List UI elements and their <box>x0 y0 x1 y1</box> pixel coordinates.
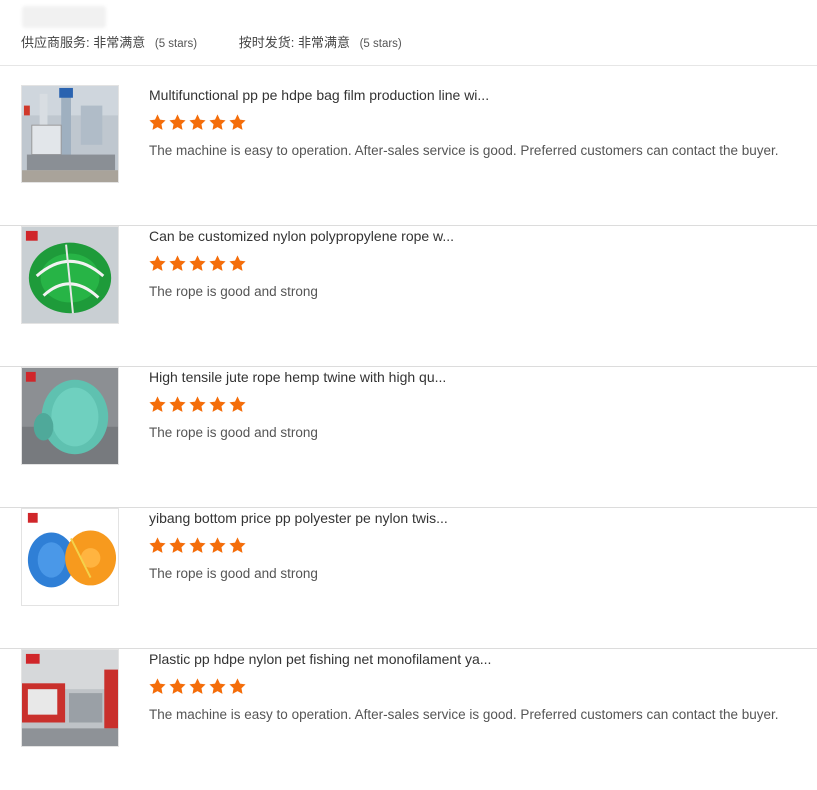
review-item: Can be customized nylon polypropylene ro… <box>0 226 817 367</box>
star-icon <box>168 536 187 555</box>
star-icon <box>208 536 227 555</box>
star-icon <box>208 113 227 132</box>
review-item: Plastic pp hdpe nylon pet fishing net mo… <box>0 649 817 790</box>
star-icon <box>208 395 227 414</box>
supplier-service-rating: 供应商服务: 非常满意 (5 stars) <box>21 32 197 51</box>
star-icon <box>168 677 187 696</box>
ontime-delivery-value: 非常满意 <box>297 35 350 50</box>
product-image[interactable] <box>21 85 119 183</box>
star-icon <box>188 254 207 273</box>
star-icon <box>148 677 167 696</box>
rating-stars <box>148 113 248 133</box>
review-comment: The rope is good and strong <box>149 566 318 581</box>
review-item: Multifunctional pp pe hdpe bag film prod… <box>0 85 817 226</box>
star-icon <box>228 113 247 132</box>
ontime-delivery-stars: (5 stars) <box>359 38 402 50</box>
product-title[interactable]: Plastic pp hdpe nylon pet fishing net mo… <box>149 651 749 667</box>
product-image[interactable] <box>21 367 119 465</box>
star-icon <box>188 395 207 414</box>
star-icon <box>228 395 247 414</box>
supplier-service-stars: (5 stars) <box>154 38 198 50</box>
review-item: High tensile jute rope hemp twine with h… <box>0 367 817 508</box>
star-icon <box>208 254 227 273</box>
product-image[interactable] <box>21 226 119 324</box>
review-comment: The rope is good and strong <box>149 425 318 440</box>
product-title[interactable]: High tensile jute rope hemp twine with h… <box>149 369 749 385</box>
star-icon <box>168 254 187 273</box>
review-comment: The machine is easy to operation. After-… <box>149 707 779 722</box>
product-title[interactable]: Multifunctional pp pe hdpe bag film prod… <box>149 87 749 103</box>
star-icon <box>148 254 167 273</box>
review-item: yibang bottom price pp polyester pe nylo… <box>0 508 817 649</box>
rating-stars <box>148 677 248 697</box>
star-icon <box>228 536 247 555</box>
star-icon <box>148 395 167 414</box>
star-icon <box>168 395 187 414</box>
product-image[interactable] <box>21 649 119 747</box>
review-comment: The rope is good and strong <box>149 284 318 299</box>
rating-stars <box>148 395 248 415</box>
rating-stars <box>148 254 248 274</box>
star-icon <box>148 113 167 132</box>
product-image[interactable] <box>21 508 119 606</box>
star-icon <box>228 677 247 696</box>
ontime-delivery-label: 按时发货: <box>238 35 295 50</box>
star-icon <box>188 677 207 696</box>
supplier-service-label: 供应商服务: <box>21 35 90 50</box>
star-icon <box>208 677 227 696</box>
header-divider <box>0 65 817 66</box>
star-icon <box>168 113 187 132</box>
ontime-delivery-rating: 按时发货: 非常满意 (5 stars) <box>239 32 402 51</box>
ratings-summary: 供应商服务: 非常满意 (5 stars) 按时发货: 非常满意 (5 star… <box>21 32 801 52</box>
star-icon <box>228 254 247 273</box>
product-title[interactable]: yibang bottom price pp polyester pe nylo… <box>149 510 749 526</box>
product-title[interactable]: Can be customized nylon polypropylene ro… <box>149 228 749 244</box>
blurred-store-name <box>22 6 106 28</box>
rating-stars <box>148 536 248 556</box>
review-list: Multifunctional pp pe hdpe bag film prod… <box>0 85 817 790</box>
supplier-service-value: 非常满意 <box>93 35 146 50</box>
review-comment: The machine is easy to operation. After-… <box>149 143 779 158</box>
star-icon <box>148 536 167 555</box>
star-icon <box>188 113 207 132</box>
star-icon <box>188 536 207 555</box>
